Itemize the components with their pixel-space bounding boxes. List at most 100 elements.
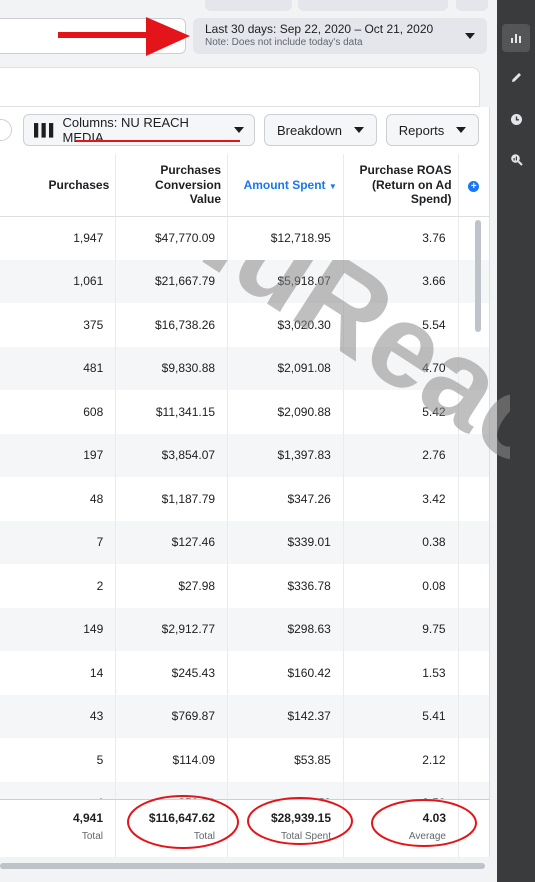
table-row[interactable]: 375 $16,738.26 $3,020.30 5.54 — [0, 303, 489, 347]
pencil-icon[interactable] — [502, 63, 530, 91]
cell-purchases: 375 — [0, 303, 117, 347]
cell-roas: 4.70 — [343, 346, 459, 390]
breakdown-button[interactable]: Breakdown — [264, 114, 377, 146]
cell-conversion-value: $1,187.79 — [115, 477, 229, 521]
columns-icon: ▌▌▌ — [34, 123, 57, 137]
cell-spacer — [458, 694, 489, 738]
cell-purchases: 1,947 — [0, 216, 117, 260]
reports-button[interactable]: Reports — [386, 114, 479, 146]
cell-amount-spent: $2,090.88 — [227, 390, 344, 434]
cell-spacer — [458, 433, 489, 477]
cell-roas: 9.75 — [343, 607, 459, 651]
top-tab-stub[interactable] — [456, 0, 488, 11]
cell-conversion-value: $27.98 — [115, 564, 229, 608]
table-row[interactable]: 149 $2,912.77 $298.63 9.75 — [0, 607, 489, 651]
total-roas-cell: 4.03 Average — [344, 800, 459, 858]
cell-roas: 3.66 — [343, 259, 459, 303]
column-header-amount-spent[interactable]: Amount Spent ▼ — [227, 154, 344, 217]
cell-amount-spent: $3,020.30 — [227, 303, 344, 347]
clock-icon[interactable] — [502, 105, 530, 133]
top-tab-stub[interactable] — [205, 0, 292, 11]
cell-conversion-value: $21,667.79 — [115, 259, 229, 303]
table-row[interactable]: 7 $127.46 $339.01 0.38 — [0, 520, 489, 564]
add-column-cell: + — [458, 154, 489, 217]
cell-conversion-value: $47,770.09 — [115, 216, 229, 260]
vertical-scrollbar[interactable] — [475, 220, 481, 332]
top-strip — [0, 0, 494, 14]
cell-conversion-value: $2,912.77 — [115, 607, 229, 651]
total-conversion-value: $116,647.62 — [148, 811, 215, 825]
table-row[interactable]: 1,061 $21,667.79 $5,918.07 3.66 — [0, 259, 489, 303]
search-field[interactable] — [0, 18, 186, 54]
cell-spacer — [458, 607, 489, 651]
reports-label: Reports — [398, 122, 445, 138]
cell-roas: 0.08 — [343, 564, 459, 608]
amount-spent-label: Amount Spent — [243, 177, 326, 192]
cell-amount-spent: $1,397.83 — [227, 433, 344, 477]
cell-roas: 1.53 — [343, 651, 459, 695]
table-row[interactable]: 608 $11,341.15 $2,090.88 5.42 — [0, 390, 489, 434]
cell-conversion-value: $3,854.07 — [115, 433, 229, 477]
date-range-picker[interactable]: Last 30 days: Sep 22, 2020 – Oct 21, 202… — [193, 18, 487, 54]
chevron-down-icon — [456, 127, 467, 133]
chevron-down-icon — [465, 33, 475, 39]
total-amount-spent-label: Total Spent — [280, 831, 331, 842]
cell-roas: 3.76 — [343, 216, 459, 260]
table-row[interactable]: 14 $245.43 $160.42 1.53 — [0, 651, 489, 695]
cell-spacer — [458, 390, 489, 434]
total-roas-label: Average — [408, 831, 446, 842]
columns-button[interactable]: ▌▌▌ Columns: NU REACH MEDIA — [23, 114, 255, 146]
cell-purchases: 481 — [0, 346, 117, 390]
results-table: Purchases Purchases Conversion Value Amo… — [0, 154, 489, 799]
table-row[interactable]: 48 $1,187.79 $347.26 3.42 — [0, 477, 489, 521]
date-range-note: Note: Does not include today's data — [205, 37, 363, 48]
cell-conversion-value: $245.43 — [115, 651, 229, 695]
table-toolbar: ▌▌▌ Columns: NU REACH MEDIA Breakdown Re… — [0, 107, 490, 154]
table-row[interactable]: 2 $27.98 $336.78 0.08 — [0, 564, 489, 608]
cell-purchases: 5 — [0, 738, 117, 782]
breakdown-label: Breakdown — [276, 122, 343, 138]
chevron-down-icon — [234, 127, 244, 133]
total-purchases-value: 4,941 — [72, 811, 103, 825]
right-tool-rail — [497, 0, 535, 882]
cell-roas: 5.42 — [343, 390, 459, 434]
table-row[interactable]: 5 $114.09 $53.85 2.12 — [0, 738, 489, 782]
table-row[interactable]: 1,947 $47,770.09 $12,718.95 3.76 — [0, 216, 489, 260]
cell-conversion-value: $16,738.26 — [115, 303, 229, 347]
table-row[interactable]: 197 $3,854.07 $1,397.83 2.76 — [0, 433, 489, 477]
cell-amount-spent: $336.78 — [227, 564, 344, 608]
cell-purchases: 48 — [0, 477, 117, 521]
total-purchases-label: Total — [81, 831, 103, 842]
table-row[interactable]: 4$59.99$23.722.53 — [0, 781, 489, 799]
cell-amount-spent: $12,718.95 — [227, 216, 344, 260]
magnify-chart-icon[interactable] — [502, 145, 530, 173]
cell-purchases: 14 — [0, 651, 117, 695]
cell-purchases: 4 — [0, 781, 117, 799]
cell-roas: 2.12 — [343, 738, 459, 782]
cell-spacer — [458, 564, 489, 608]
cell-purchases: 2 — [0, 564, 117, 608]
cell-amount-spent: $160.42 — [227, 651, 344, 695]
cell-amount-spent: $23.72 — [227, 781, 344, 799]
cell-conversion-value: $59.99 — [115, 781, 229, 799]
cell-purchases: 197 — [0, 433, 117, 477]
top-tab-stub[interactable] — [298, 0, 448, 11]
cell-spacer — [458, 216, 489, 260]
horizontal-scrollbar[interactable] — [0, 863, 485, 869]
column-header-roas[interactable]: Purchase ROAS (Return on Ad Spend) — [343, 154, 459, 217]
column-header-purchases[interactable]: Purchases — [0, 154, 117, 217]
plus-circle-icon[interactable]: + — [468, 181, 480, 192]
column-header-conversion-value[interactable]: Purchases Conversion Value — [115, 154, 229, 217]
table-row[interactable]: 481 $9,830.88 $2,091.08 4.70 — [0, 346, 489, 390]
cell-conversion-value: $114.09 — [115, 738, 229, 782]
total-roas-value: 4.03 — [422, 811, 446, 825]
cell-spacer — [458, 781, 489, 799]
toggle-switch[interactable] — [0, 119, 12, 141]
cell-amount-spent: $347.26 — [227, 477, 344, 521]
cell-purchases: 149 — [0, 607, 117, 651]
cell-spacer — [458, 520, 489, 564]
table-row[interactable]: 43 $769.87 $142.37 5.41 — [0, 694, 489, 738]
total-conversion-value-cell: $116,647.62 Total — [116, 800, 228, 858]
totals-row: 4,941 Total $116,647.62 Total $28,939.15… — [0, 799, 490, 858]
bar-chart-icon[interactable] — [502, 24, 530, 52]
